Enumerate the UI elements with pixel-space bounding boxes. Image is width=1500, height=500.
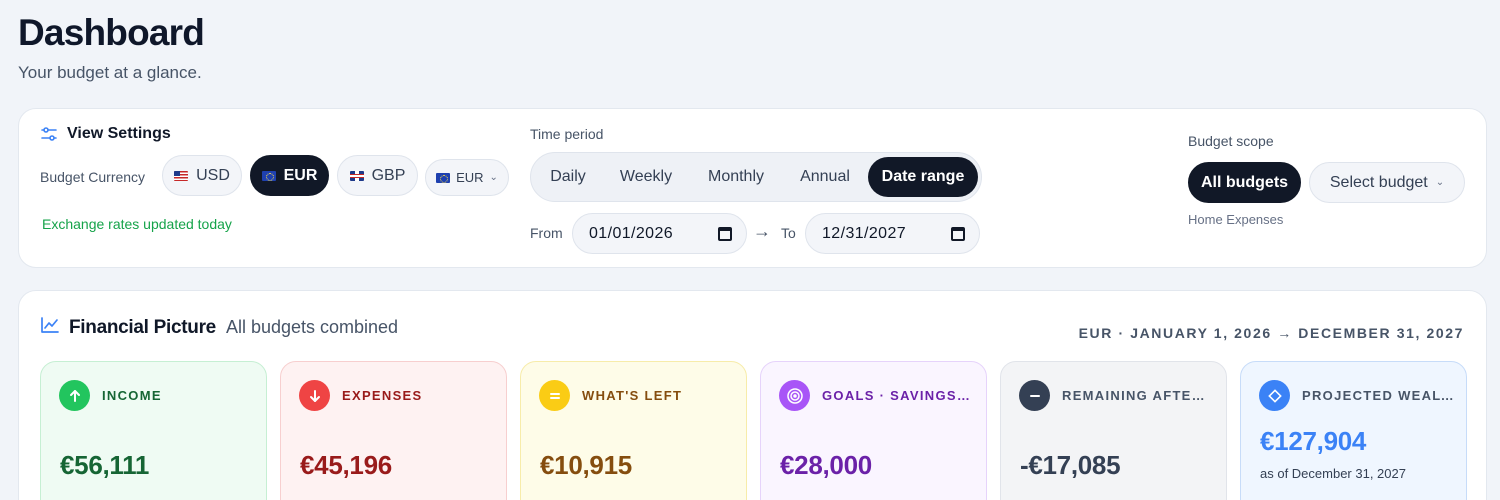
calendar-icon[interactable] bbox=[718, 226, 732, 241]
target-icon bbox=[779, 380, 810, 411]
remaining-value: -€17,085 bbox=[1020, 450, 1121, 480]
calendar-icon[interactable] bbox=[951, 226, 965, 241]
tab-date-range[interactable]: Date range bbox=[868, 157, 978, 197]
time-period-label: Time period bbox=[530, 126, 604, 142]
remaining-label: REMAINING AFTER GOALS bbox=[1062, 388, 1214, 403]
date-range-summary: EUR · JANUARY 1, 2026 → DECEMBER 31, 202… bbox=[1078, 325, 1464, 341]
us-flag-icon bbox=[174, 170, 189, 181]
chevron-down-icon: ⌄ bbox=[489, 172, 498, 183]
to-label: To bbox=[781, 225, 796, 241]
goals-stat-card: GOALS · SAVINGS & INVESTMENTS €28,000 bbox=[760, 361, 987, 500]
page-title: Dashboard bbox=[18, 12, 205, 53]
view-settings-title: View Settings bbox=[67, 125, 171, 142]
from-label: From bbox=[530, 225, 563, 241]
whats-left-value: €10,915 bbox=[540, 450, 632, 480]
diamond-icon bbox=[1259, 380, 1290, 411]
whats-left-stat-card: WHAT'S LEFT €10,915 bbox=[520, 361, 747, 500]
to-date-input[interactable]: 12/31/2027 bbox=[805, 213, 980, 254]
arrow-down-icon bbox=[299, 380, 330, 411]
tab-annual[interactable]: Annual bbox=[785, 157, 865, 197]
financial-picture-title: Financial Picture bbox=[69, 317, 216, 338]
expenses-label: EXPENSES bbox=[342, 388, 423, 403]
sliders-icon bbox=[41, 126, 57, 142]
chevron-down-icon: ⌄ bbox=[1435, 177, 1445, 188]
financial-picture-heading: Financial Picture All budgets combined bbox=[41, 317, 398, 339]
arrow-up-icon bbox=[59, 380, 90, 411]
minus-icon bbox=[1019, 380, 1050, 411]
select-budget-dropdown[interactable]: Select budget ⌄ bbox=[1309, 162, 1465, 203]
arrow-right-icon: → bbox=[753, 221, 771, 241]
financial-picture-subtitle: All budgets combined bbox=[225, 317, 399, 337]
income-value: €56,111 bbox=[60, 450, 150, 480]
tab-weekly[interactable]: Weekly bbox=[605, 157, 687, 197]
currency-eur-button[interactable]: EUR bbox=[250, 155, 329, 196]
income-stat-card: INCOME €56,111 bbox=[40, 361, 267, 500]
projected-wealth-label: PROJECTED WEALTH bbox=[1302, 388, 1454, 403]
projected-wealth-stat-card: PROJECTED WEALTH €127,904 as of December… bbox=[1240, 361, 1467, 500]
all-budgets-button[interactable]: All budgets bbox=[1188, 162, 1301, 203]
eu-flag-icon bbox=[436, 172, 451, 183]
goals-value: €28,000 bbox=[780, 450, 872, 480]
gb-flag-icon bbox=[349, 170, 364, 181]
view-settings-card: View Settings Budget Currency USD EUR GB… bbox=[18, 108, 1487, 268]
remaining-stat-card: REMAINING AFTER GOALS -€17,085 bbox=[1000, 361, 1227, 500]
expenses-stat-card: EXPENSES €45,196 bbox=[280, 361, 507, 500]
currency-gbp-button[interactable]: GBP bbox=[337, 155, 418, 196]
equals-icon bbox=[539, 380, 570, 411]
whats-left-label: WHAT'S LEFT bbox=[582, 388, 683, 403]
budget-currency-label: Budget Currency bbox=[40, 169, 146, 185]
financial-picture-card: Financial Picture All budgets combined E… bbox=[18, 290, 1487, 500]
budget-scope-sublabel: Home Expenses bbox=[1188, 212, 1284, 227]
view-settings-heading: View Settings bbox=[41, 125, 171, 143]
tab-monthly[interactable]: Monthly bbox=[691, 157, 781, 197]
time-period-toggle: Daily Weekly Monthly Annual Date range bbox=[530, 152, 982, 202]
income-label: INCOME bbox=[102, 388, 162, 403]
goals-label: GOALS · SAVINGS & INVESTMENTS bbox=[822, 388, 974, 403]
currency-select[interactable]: EUR ⌄ bbox=[425, 159, 509, 196]
page-subtitle: Your budget at a glance. bbox=[18, 63, 202, 82]
tab-daily[interactable]: Daily bbox=[536, 157, 600, 197]
eu-flag-icon bbox=[261, 170, 276, 181]
from-date-input[interactable]: 01/01/2026 bbox=[572, 213, 747, 254]
budget-scope-label: Budget scope bbox=[1188, 133, 1274, 149]
exchange-rate-note: Exchange rates updated today bbox=[42, 216, 232, 232]
chart-line-icon bbox=[41, 317, 59, 333]
expenses-value: €45,196 bbox=[300, 450, 392, 480]
currency-usd-button[interactable]: USD bbox=[162, 155, 242, 196]
projected-wealth-value: €127,904 bbox=[1260, 426, 1367, 456]
projected-wealth-note: as of December 31, 2027 bbox=[1260, 466, 1406, 481]
